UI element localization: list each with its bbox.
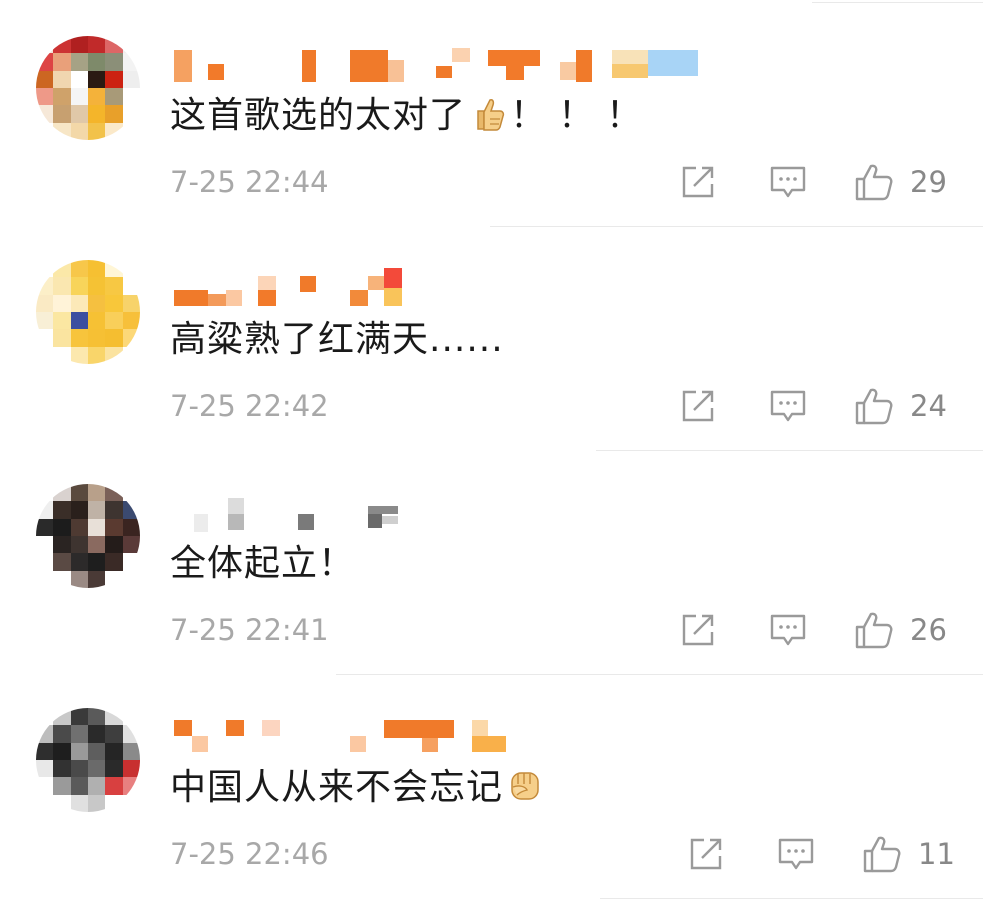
comment-icon (770, 614, 806, 646)
share-button[interactable] (678, 162, 718, 202)
like-count: 11 (918, 837, 955, 871)
comment-icon (778, 838, 814, 870)
comment-timestamp: 7-25 22:46 (170, 837, 329, 871)
divider (600, 898, 983, 899)
like-count: 24 (910, 389, 947, 423)
share-button[interactable] (686, 834, 726, 874)
thumbs-up-icon (855, 612, 893, 649)
avatar[interactable] (36, 708, 140, 812)
thumbs-up-icon (863, 836, 901, 873)
comment-text-body: 高粱熟了红满天...... (170, 319, 504, 360)
comment-text-body: 这首歌选的太对了 (170, 95, 467, 136)
share-button[interactable] (678, 610, 718, 650)
username-censored[interactable] (172, 44, 732, 84)
username-censored[interactable] (172, 716, 732, 756)
comment-timestamp: 7-25 22:44 (170, 165, 329, 199)
like-button[interactable] (854, 386, 894, 426)
avatar[interactable] (36, 36, 140, 140)
username-censored[interactable] (172, 492, 732, 532)
share-button[interactable] (678, 386, 718, 426)
like-count: 26 (910, 613, 947, 647)
thumbs-up-emoji (470, 95, 506, 133)
comment-text: 这首歌选的太对了 ！！！ (170, 92, 654, 140)
username-censored[interactable] (172, 268, 732, 308)
avatar[interactable] (36, 260, 140, 364)
comment-item: 中国人从来不会忘记 7-25 22:46 11 (0, 672, 983, 896)
share-icon (682, 390, 714, 422)
reply-button[interactable] (768, 610, 808, 650)
comment-text-body: 中国人从来不会忘记 (170, 767, 504, 808)
comment-timestamp: 7-25 22:42 (170, 389, 329, 423)
comment-text: 全体起立！ (170, 540, 355, 588)
comment-item: 全体起立！ 7-25 22:41 26 (0, 448, 983, 672)
comment-item: 这首歌选的太对了 ！！！ 7-25 22:44 29 (0, 0, 983, 224)
comment-text-suffix: ！！！ (510, 95, 655, 136)
comment-item: 高粱熟了红满天...... 7-25 22:42 24 (0, 224, 983, 448)
comment-text-body: 全体起立！ (170, 543, 356, 584)
comment-text: 中国人从来不会忘记 (170, 764, 547, 812)
share-icon (690, 838, 722, 870)
reply-button[interactable] (776, 834, 816, 874)
like-button[interactable] (854, 162, 894, 202)
comment-icon (770, 166, 806, 198)
thumbs-up-icon (855, 388, 893, 425)
reply-button[interactable] (768, 162, 808, 202)
like-count: 29 (910, 165, 947, 199)
like-button[interactable] (854, 610, 894, 650)
raised-fist-emoji (507, 767, 543, 805)
share-icon (682, 614, 714, 646)
comment-icon (770, 390, 806, 422)
share-icon (682, 166, 714, 198)
like-button[interactable] (862, 834, 902, 874)
avatar[interactable] (36, 484, 140, 588)
thumbs-up-icon (855, 164, 893, 201)
comment-timestamp: 7-25 22:41 (170, 613, 329, 647)
reply-button[interactable] (768, 386, 808, 426)
comment-text: 高粱熟了红满天...... (170, 316, 504, 364)
